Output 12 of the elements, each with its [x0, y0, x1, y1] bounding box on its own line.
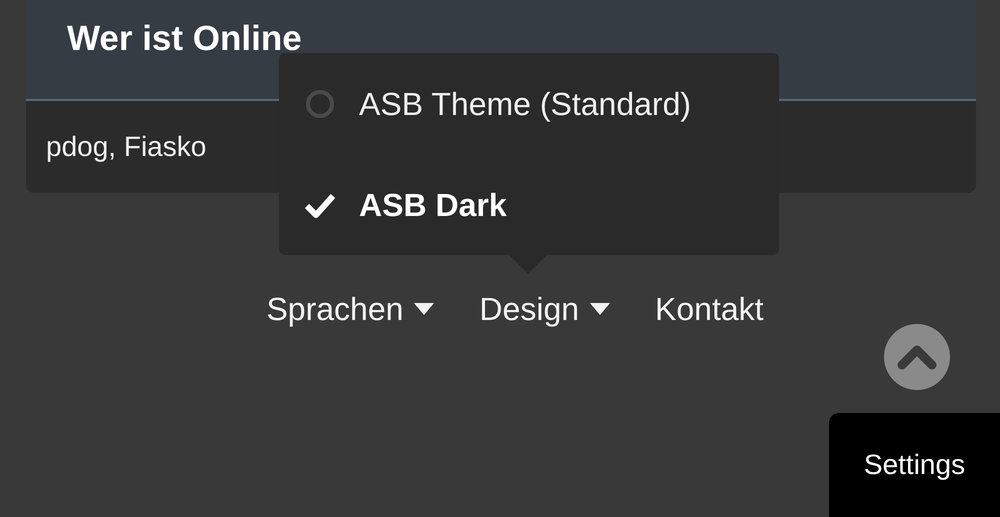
dropdown-toggle-link[interactable]: Sprachen [266, 289, 436, 329]
menu-item[interactable]: ASB Theme (Standard) [305, 53, 779, 154]
online-users-text: pdog, Fiasko [46, 130, 206, 164]
caret-icon [413, 302, 436, 316]
menu-item[interactable]: ASB Dark [305, 154, 779, 255]
chevron-up-icon [897, 344, 937, 370]
settings-button[interactable]: Settings [829, 413, 1000, 517]
radio-icon [305, 88, 335, 118]
caret-icon [589, 302, 612, 316]
dropdown-toggle-link[interactable]: Design [479, 289, 612, 329]
footer-link[interactable]: Kontakt [655, 289, 764, 329]
card-title: Wer ist Online [67, 18, 303, 60]
